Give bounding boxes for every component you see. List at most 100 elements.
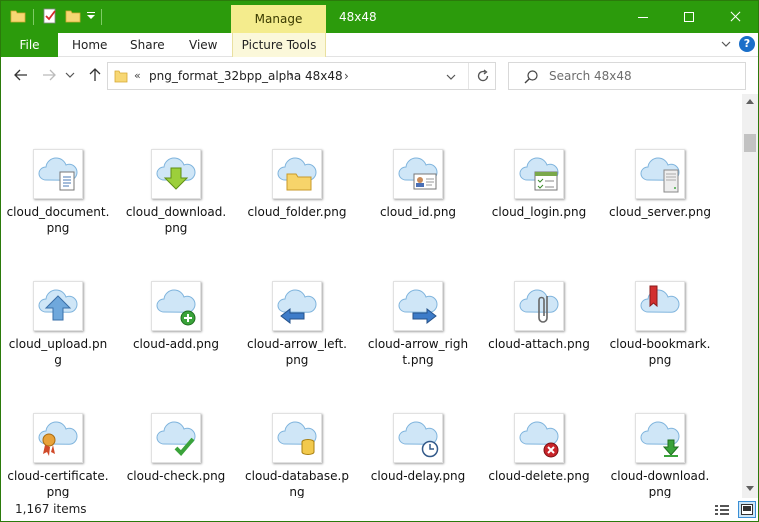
scroll-down-icon[interactable] <box>746 486 754 491</box>
details-view-icon[interactable] <box>714 503 730 517</box>
file-item[interactable]: cloud_document.png <box>2 149 114 236</box>
file-item[interactable]: cloud-download.png <box>604 413 716 498</box>
qat-separator <box>101 9 102 25</box>
file-thumbnail <box>33 413 83 463</box>
file-thumbnail <box>272 413 322 463</box>
file-item[interactable]: cloud_folder.png <box>241 149 353 220</box>
file-thumbnail <box>272 281 322 331</box>
file-name: cloud-delete.png <box>488 469 590 483</box>
cloud-folder-icon <box>277 157 317 191</box>
file-thumbnail <box>33 281 83 331</box>
tab-file[interactable]: File <box>1 33 58 57</box>
cloud-upload-icon <box>38 289 78 321</box>
file-item[interactable]: cloud-database.png <box>241 413 353 498</box>
refresh-button[interactable] <box>468 63 496 89</box>
maximize-button[interactable] <box>666 1 712 33</box>
breadcrumb-separator[interactable]: › <box>289 63 294 89</box>
window-title: 48x48 <box>339 10 377 24</box>
cloud-database-icon <box>277 421 317 456</box>
cloud-download-icon <box>640 421 680 457</box>
cloud-download-icon <box>156 157 196 190</box>
search-input[interactable]: Search 48x48 <box>508 62 746 90</box>
manage-context-tab[interactable]: Manage <box>231 5 326 33</box>
file-thumbnail <box>151 413 201 463</box>
file-item[interactable]: cloud-delay.png <box>362 413 474 484</box>
cloud-arrow-right-icon <box>398 289 438 325</box>
file-name: cloud_download.png <box>125 205 227 235</box>
address-bar[interactable]: « png_format_32bpp_alpha › 48x48 › <box>107 62 496 90</box>
file-name: cloud_folder.png <box>247 205 347 219</box>
cloud-delay-icon <box>398 421 439 458</box>
back-arrow-icon[interactable] <box>13 67 29 83</box>
file-item[interactable]: cloud_id.png <box>362 149 474 220</box>
large-icons-view-icon <box>741 504 753 515</box>
file-item[interactable]: cloud-check.png <box>120 413 232 484</box>
file-item[interactable]: cloud_upload.png <box>2 281 114 368</box>
breadcrumb-item[interactable]: 48x48 <box>305 63 343 89</box>
file-list-pane[interactable]: cloud_document.png cloud_download.png clou… <box>1 94 742 498</box>
cloud-server-icon <box>640 157 680 193</box>
properties-icon[interactable] <box>42 8 58 24</box>
file-name: cloud-attach.png <box>488 337 590 351</box>
file-item[interactable]: cloud-arrow_right.png <box>362 281 474 368</box>
cloud-attach-icon <box>519 289 559 323</box>
file-thumbnail <box>514 413 564 463</box>
tab-view[interactable]: View <box>189 33 217 57</box>
new-folder-icon[interactable] <box>65 8 81 24</box>
forward-arrow-icon[interactable] <box>41 67 57 83</box>
vertical-scrollbar[interactable] <box>742 94 758 498</box>
file-item[interactable]: cloud-certificate.png <box>2 413 114 498</box>
tab-share[interactable]: Share <box>130 33 165 57</box>
file-name: cloud_document.png <box>6 205 110 235</box>
breadcrumb-overflow[interactable]: « <box>134 63 141 89</box>
tab-home[interactable]: Home <box>72 33 107 57</box>
ribbon-tabs: File Home Share View Picture Tools ? <box>1 33 758 57</box>
item-count: 1,167 items <box>15 502 87 516</box>
help-icon[interactable]: ? <box>739 36 755 52</box>
cloud-login-icon <box>519 157 559 191</box>
up-arrow-icon[interactable] <box>87 67 103 83</box>
file-item[interactable]: cloud_server.png <box>604 149 716 220</box>
qat-customize-dropdown-icon[interactable] <box>86 10 96 22</box>
title-bar: Manage 48x48 <box>1 1 758 33</box>
file-item[interactable]: cloud_download.png <box>120 149 232 236</box>
file-name: cloud-check.png <box>126 469 226 483</box>
chevron-down-icon[interactable] <box>721 39 731 49</box>
tab-picture-tools[interactable]: Picture Tools <box>232 33 326 57</box>
file-item[interactable]: cloud_login.png <box>483 149 595 220</box>
breadcrumb-separator[interactable]: › <box>344 63 349 89</box>
maximize-icon <box>684 12 694 22</box>
file-thumbnail <box>635 413 685 463</box>
file-item[interactable]: cloud-bookmark.png <box>604 281 716 368</box>
refresh-icon <box>477 69 489 82</box>
file-thumbnail <box>393 149 443 199</box>
file-item[interactable]: cloud-arrow_left.png <box>241 281 353 368</box>
chevron-down-icon[interactable] <box>446 73 456 81</box>
file-item[interactable]: cloud-delete.png <box>483 413 595 484</box>
navigation-bar: « png_format_32bpp_alpha › 48x48 › Searc… <box>1 58 758 94</box>
folder-icon[interactable] <box>10 8 26 24</box>
chevron-down-icon[interactable] <box>65 70 75 80</box>
breadcrumb-item[interactable]: png_format_32bpp_alpha <box>149 63 301 89</box>
file-thumbnail <box>151 281 201 331</box>
scroll-thumb[interactable] <box>744 134 756 152</box>
file-name: cloud-download.png <box>610 469 710 498</box>
file-thumbnail <box>514 281 564 331</box>
scroll-up-icon[interactable] <box>746 99 754 104</box>
file-thumbnail <box>151 149 201 199</box>
large-icons-view-button[interactable] <box>738 501 756 518</box>
cloud-certificate-icon <box>38 421 78 456</box>
file-item[interactable]: cloud-add.png <box>120 281 232 352</box>
status-bar: 1,167 items <box>1 498 758 521</box>
minimize-button[interactable] <box>620 1 666 33</box>
file-name: cloud-bookmark.png <box>609 337 711 367</box>
file-thumbnail <box>33 149 83 199</box>
close-button[interactable] <box>712 1 758 33</box>
file-name: cloud-arrow_left.png <box>247 337 347 367</box>
file-name: cloud_id.png <box>379 205 457 219</box>
file-item[interactable]: cloud-attach.png <box>483 281 595 352</box>
file-name: cloud_login.png <box>491 205 587 219</box>
cloud-document-icon <box>38 157 78 191</box>
file-name: cloud-delay.png <box>370 469 466 483</box>
file-name: cloud-add.png <box>132 337 220 351</box>
